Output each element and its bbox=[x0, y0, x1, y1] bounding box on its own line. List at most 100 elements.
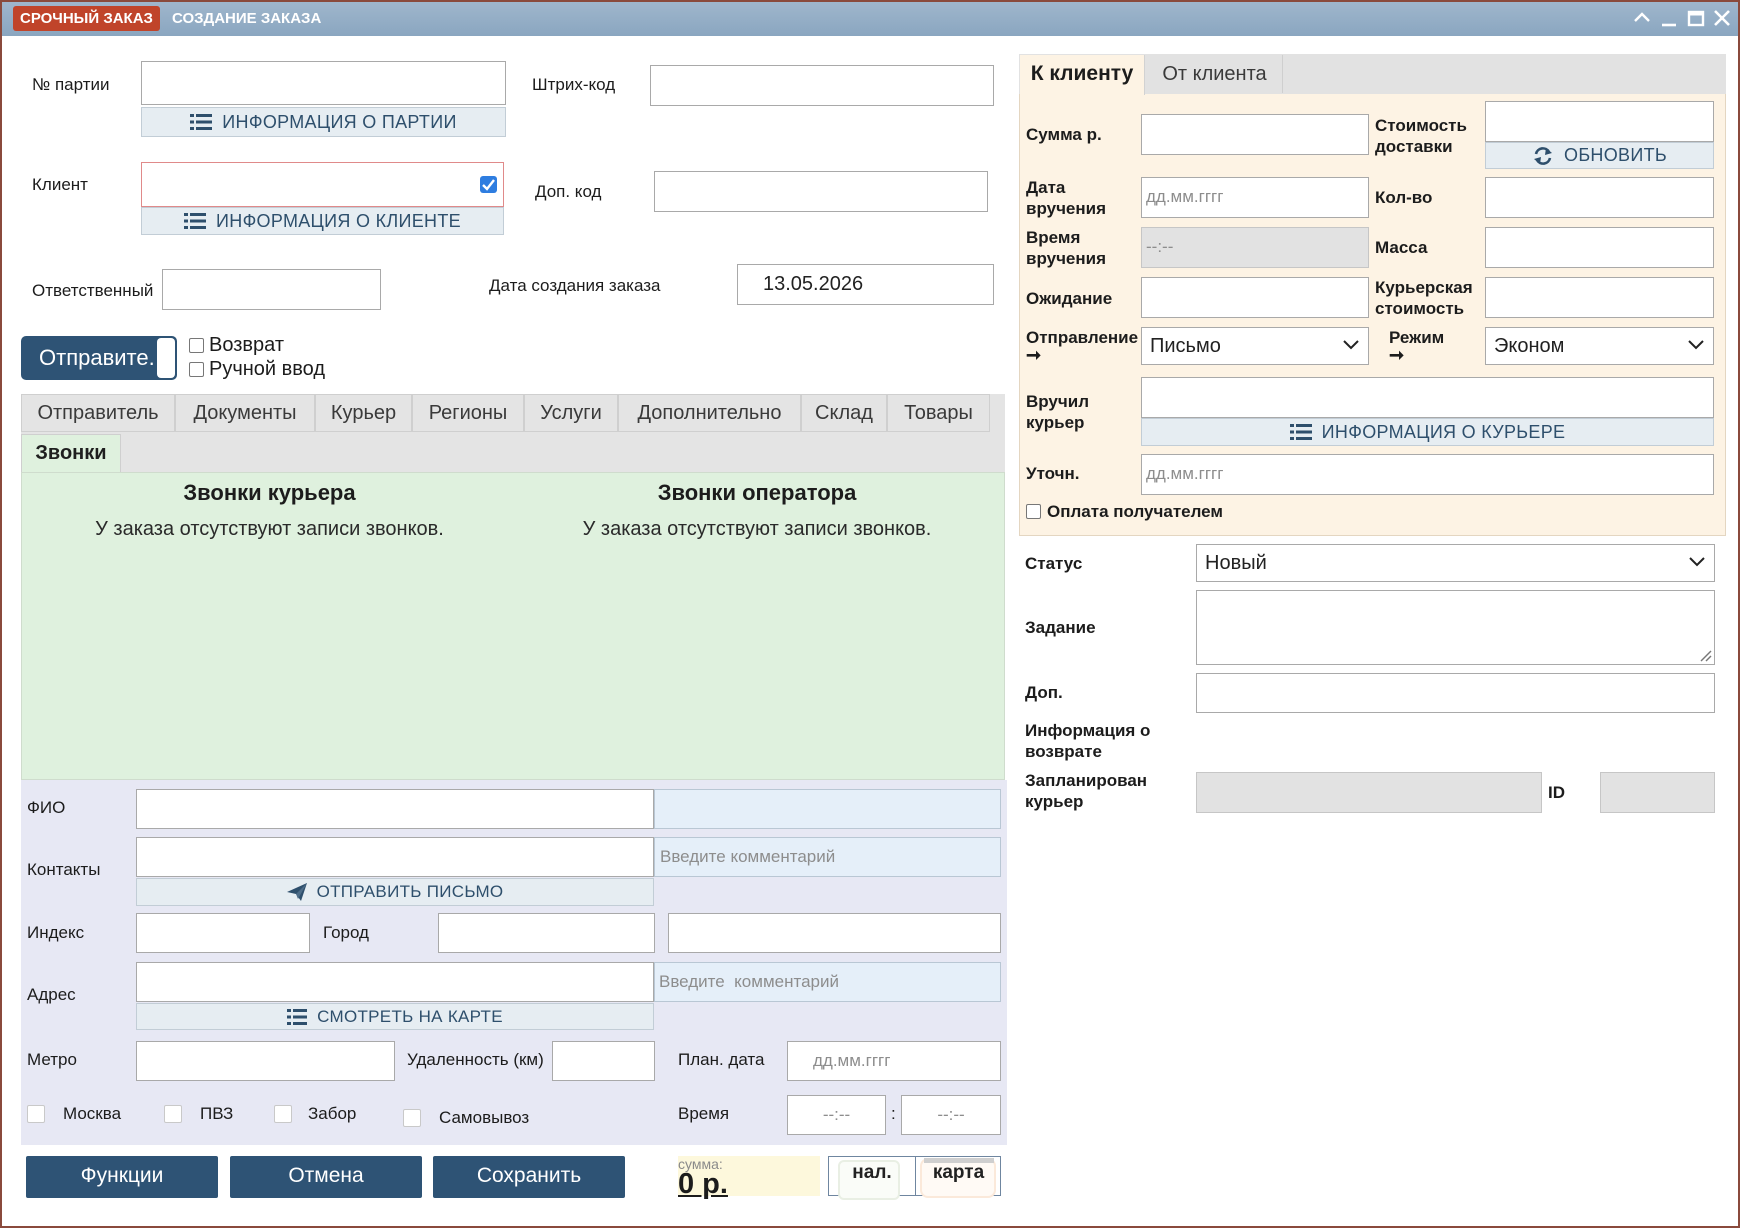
sender-button[interactable]: Отправите. bbox=[21, 336, 177, 380]
status-select[interactable]: Новый bbox=[1196, 544, 1715, 582]
address-comment-input[interactable]: Введите комментарий bbox=[654, 962, 1001, 1002]
delivery-date-input[interactable]: дд.мм.гггг bbox=[1141, 177, 1369, 218]
time-from-input[interactable]: --:-- bbox=[787, 1095, 886, 1135]
self-pickup-checkbox[interactable] bbox=[403, 1109, 421, 1127]
tab-services[interactable]: Услуги bbox=[524, 394, 618, 432]
chevron-down-icon bbox=[1343, 340, 1359, 350]
fio-comment-input[interactable] bbox=[654, 789, 1001, 829]
recipient-pays-checkbox[interactable] bbox=[1026, 504, 1041, 519]
handed-by-courier-input[interactable] bbox=[1141, 377, 1714, 418]
status-value: Новый bbox=[1205, 552, 1267, 574]
extra-input[interactable] bbox=[1196, 673, 1715, 713]
qty-label: Кол-во bbox=[1375, 188, 1433, 207]
recipient-pays-label: Оплата получателем bbox=[1047, 502, 1223, 521]
distance-input[interactable] bbox=[552, 1041, 655, 1081]
sender-button-edge bbox=[157, 338, 175, 378]
barcode-label: Штрих-код bbox=[532, 75, 616, 94]
delivery-time-input[interactable]: --:-- bbox=[1141, 227, 1369, 268]
tab-documents[interactable]: Документы bbox=[175, 394, 315, 432]
cash-button[interactable]: нал. bbox=[829, 1157, 915, 1195]
tab-warehouse[interactable]: Склад bbox=[801, 394, 887, 432]
delivery-cost-input[interactable] bbox=[1485, 101, 1714, 142]
moscow-label: Москва bbox=[63, 1104, 122, 1123]
batch-input[interactable] bbox=[141, 61, 506, 105]
courier-calls-empty: У заказа отсутствуют записи звонков. bbox=[95, 518, 444, 540]
index-input[interactable] bbox=[136, 913, 310, 953]
client-checkbox[interactable] bbox=[480, 176, 497, 193]
list-icon bbox=[287, 1008, 308, 1025]
sum-input[interactable] bbox=[1141, 114, 1369, 155]
wait-input[interactable] bbox=[1141, 277, 1369, 318]
card-button[interactable]: карта bbox=[916, 1157, 1001, 1195]
tab-calls[interactable]: Звонки bbox=[21, 434, 121, 472]
view-map-button[interactable]: СМОТРЕТЬ НА КАРТЕ bbox=[136, 1003, 654, 1030]
tab-additional[interactable]: Дополнительно bbox=[618, 394, 801, 432]
city-extra-input[interactable] bbox=[668, 913, 1001, 953]
tab-sender[interactable]: Отправитель bbox=[21, 394, 175, 432]
tab-goods[interactable]: Товары bbox=[887, 394, 990, 432]
tab-courier[interactable]: Курьер bbox=[315, 394, 412, 432]
client-info-button[interactable]: ИНФОРМАЦИЯ О КЛИЕНТЕ bbox=[141, 207, 504, 235]
tab-to-client[interactable]: К клиенту bbox=[1020, 55, 1145, 95]
created-date-input[interactable]: 13.05.2026 bbox=[737, 264, 994, 305]
collapse-icon[interactable] bbox=[1630, 5, 1654, 31]
order-window: СРОЧНЫЙ ЗАКАЗ СОЗДАНИЕ ЗАКАЗА № партии И… bbox=[0, 0, 1740, 1228]
wait-label: Ожидание bbox=[1026, 289, 1113, 308]
shipment-label: Отправление bbox=[1026, 328, 1139, 347]
resize-handle-icon[interactable] bbox=[1698, 648, 1712, 662]
planned-courier-id-input[interactable] bbox=[1600, 772, 1715, 813]
extra-code-label: Доп. код bbox=[535, 182, 602, 201]
pickup-checkbox[interactable] bbox=[274, 1105, 292, 1123]
batch-info-button[interactable]: ИНФОРМАЦИЯ О ПАРТИИ bbox=[141, 107, 506, 137]
fio-input[interactable] bbox=[136, 789, 654, 829]
maximize-icon[interactable] bbox=[1684, 5, 1708, 31]
return-label: Возврат bbox=[209, 334, 284, 356]
address-input[interactable] bbox=[136, 962, 654, 1002]
tab-regions[interactable]: Регионы bbox=[412, 394, 524, 432]
contacts-comment-input[interactable]: Введите комментарий bbox=[654, 837, 1001, 877]
metro-input[interactable] bbox=[136, 1041, 395, 1081]
minimize-icon[interactable] bbox=[1657, 5, 1681, 31]
planned-courier-input[interactable] bbox=[1196, 772, 1542, 813]
save-button[interactable]: Сохранить bbox=[433, 1156, 625, 1198]
moscow-checkbox[interactable] bbox=[27, 1105, 45, 1123]
qty-input[interactable] bbox=[1485, 177, 1714, 218]
mode-select[interactable]: Эконом bbox=[1485, 327, 1714, 365]
fio-label: ФИО bbox=[27, 798, 66, 817]
city-label: Город bbox=[323, 923, 369, 942]
courier-info-button[interactable]: ИНФОРМАЦИЯ О КУРЬЕРЕ bbox=[1141, 418, 1714, 446]
contacts-input[interactable] bbox=[136, 837, 654, 877]
time-to-input[interactable]: --:-- bbox=[901, 1095, 1001, 1135]
list-icon bbox=[184, 213, 207, 229]
sum-label: Сумма р. bbox=[1026, 125, 1102, 144]
extra-code-input[interactable] bbox=[654, 171, 988, 212]
refresh-button[interactable]: ОБНОВИТЬ bbox=[1485, 142, 1714, 169]
delivery-time-placeholder: --:-- bbox=[1146, 237, 1174, 256]
clarify-date-input[interactable]: дд.мм.гггг bbox=[1141, 454, 1714, 495]
return-checkbox[interactable] bbox=[189, 338, 204, 353]
close-icon[interactable] bbox=[1710, 5, 1734, 31]
barcode-input[interactable] bbox=[650, 65, 994, 106]
courier-cost-input[interactable] bbox=[1485, 277, 1714, 318]
address-comment-placeholder: Введите комментарий bbox=[659, 972, 839, 991]
delivery-date-label: Дата вручения bbox=[1026, 178, 1107, 218]
clarify-date-placeholder: дд.мм.гггг bbox=[1146, 464, 1224, 483]
weight-label: Масса bbox=[1375, 238, 1428, 257]
weight-input[interactable] bbox=[1485, 227, 1714, 268]
pvz-checkbox[interactable] bbox=[164, 1105, 182, 1123]
tab-from-client[interactable]: От клиента bbox=[1147, 55, 1283, 93]
client-label: Клиент bbox=[32, 175, 88, 194]
manual-input-label: Ручной ввод bbox=[209, 358, 326, 380]
manual-input-checkbox[interactable] bbox=[189, 362, 204, 377]
task-textarea[interactable] bbox=[1196, 590, 1715, 665]
responsible-input[interactable] bbox=[162, 269, 381, 310]
client-input[interactable] bbox=[141, 162, 504, 207]
functions-button[interactable]: Функции bbox=[26, 1156, 218, 1198]
city-input[interactable] bbox=[438, 913, 655, 953]
plan-date-input[interactable]: дд.мм.гггг bbox=[787, 1041, 1001, 1081]
cancel-button[interactable]: Отмена bbox=[230, 1156, 422, 1198]
pvz-label: ПВЗ bbox=[200, 1104, 234, 1123]
check-icon bbox=[482, 179, 495, 191]
shipment-select[interactable]: Письмо bbox=[1141, 327, 1369, 365]
send-letter-button[interactable]: ОТПРАВИТЬ ПИСЬМО bbox=[136, 878, 654, 906]
